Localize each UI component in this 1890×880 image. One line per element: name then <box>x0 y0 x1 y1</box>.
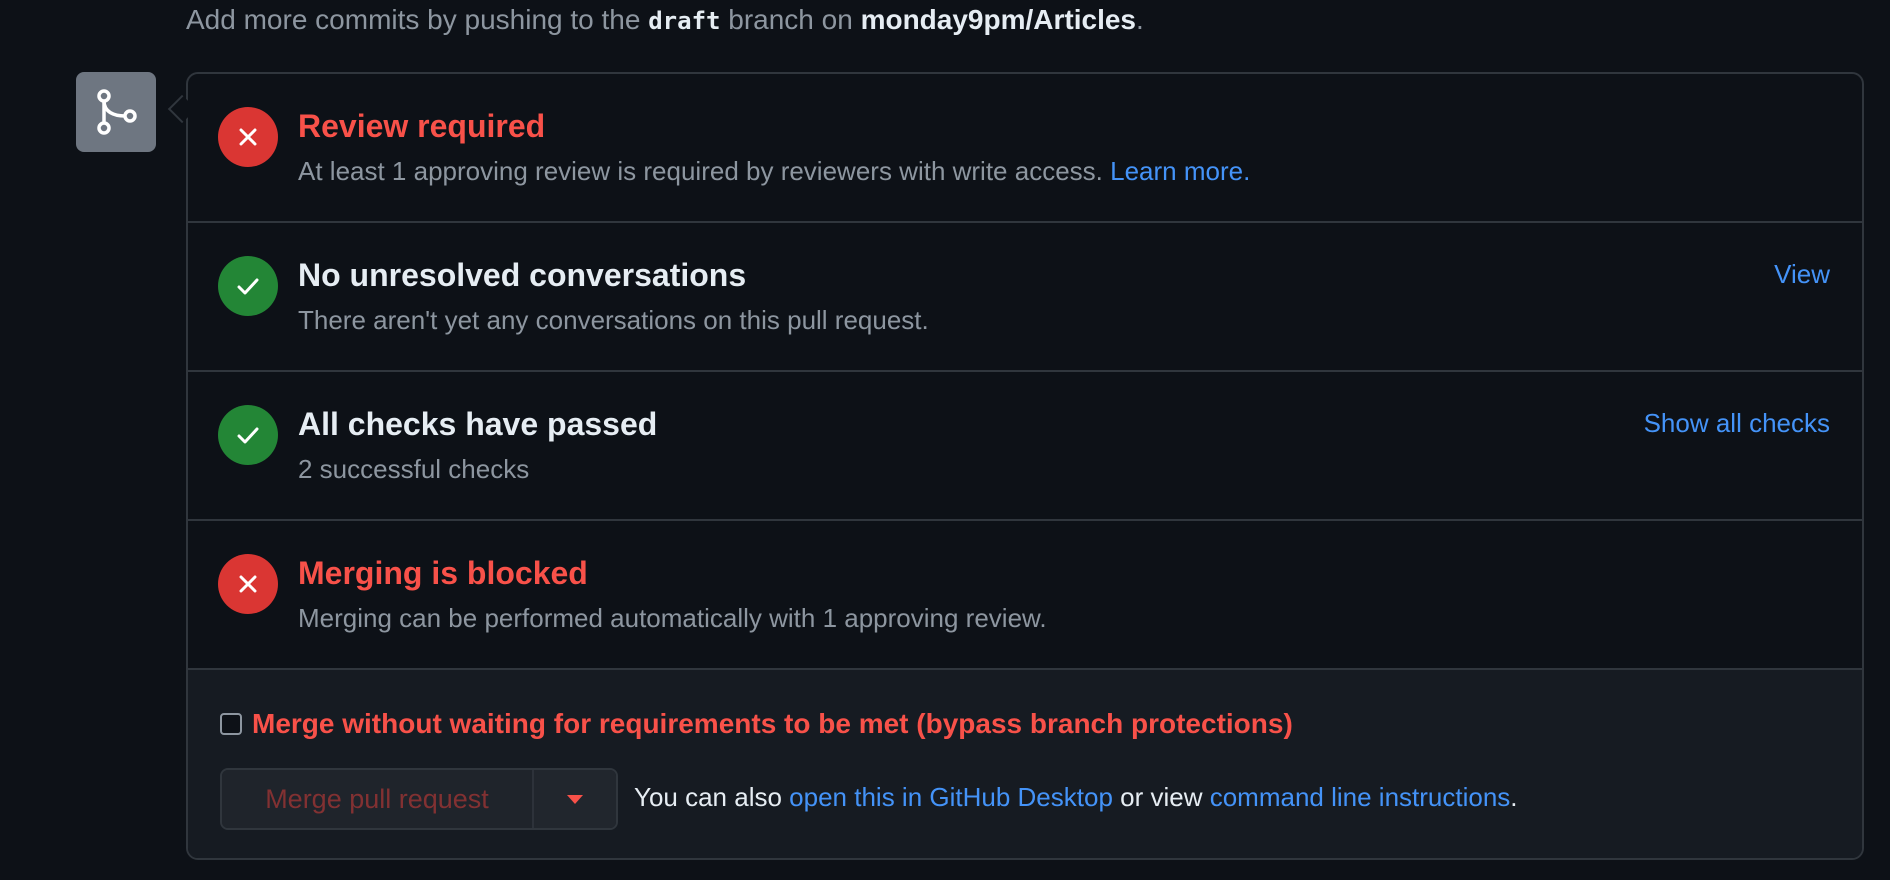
merge-status-panel: Review required At least 1 approving rev… <box>186 72 1864 860</box>
conversations-row: No unresolved conversations There aren't… <box>188 223 1862 372</box>
check-icon <box>218 405 278 465</box>
command-line-instructions-link[interactable]: command line instructions <box>1210 782 1511 812</box>
open-in-desktop-link[interactable]: open this in GitHub Desktop <box>789 782 1113 812</box>
checks-desc: 2 successful checks <box>298 454 530 484</box>
push-hint-prefix: Add more commits by pushing to the <box>186 4 649 35</box>
checks-title: All checks have passed <box>298 406 658 442</box>
review-required-desc: At least 1 approving review is required … <box>298 156 1250 187</box>
merge-blocked-title: Merging is blocked <box>298 555 588 591</box>
x-icon <box>218 554 278 614</box>
conversations-desc: There aren't yet any conversations on th… <box>298 305 929 335</box>
x-icon <box>218 107 278 167</box>
learn-more-link[interactable]: Learn more. <box>1110 156 1250 186</box>
bypass-label[interactable]: Merge without waiting for requirements t… <box>252 708 1293 740</box>
alternative-merge-hint: You can also open this in GitHub Desktop… <box>634 782 1518 813</box>
also-suffix: . <box>1510 782 1518 812</box>
merge-button-group: Merge pull request <box>220 768 618 830</box>
bypass-option[interactable]: Merge without waiting for requirements t… <box>220 708 1293 740</box>
also-prefix: You can also <box>634 782 790 812</box>
branch-name: draft <box>648 7 721 35</box>
git-merge-icon <box>76 72 156 152</box>
repo-name: monday9pm/Articles <box>860 4 1136 35</box>
caret-down-icon <box>567 794 583 804</box>
merge-blocked-row: Merging is blocked Merging can be perfor… <box>188 521 1862 670</box>
merge-pull-request-button[interactable]: Merge pull request <box>222 770 534 828</box>
also-middle: or view <box>1112 782 1210 812</box>
merge-actions: Merge without waiting for requirements t… <box>188 670 1862 858</box>
conversations-title: No unresolved conversations <box>298 257 747 293</box>
checks-row: All checks have passed 2 successful chec… <box>188 372 1862 521</box>
push-hint-suffix: . <box>1136 4 1144 35</box>
view-conversations-link[interactable]: View <box>1774 259 1830 290</box>
check-icon <box>218 256 278 316</box>
review-required-row: Review required At least 1 approving rev… <box>188 74 1862 223</box>
push-hint: Add more commits by pushing to the draft… <box>186 0 1144 40</box>
merge-blocked-desc: Merging can be performed automatically w… <box>298 603 1047 633</box>
review-required-text: At least 1 approving review is required … <box>298 156 1111 186</box>
review-required-title: Review required <box>298 108 546 144</box>
bypass-checkbox[interactable] <box>220 713 242 735</box>
show-all-checks-link[interactable]: Show all checks <box>1644 408 1830 439</box>
push-hint-middle: branch on <box>720 4 861 35</box>
merge-method-dropdown[interactable] <box>534 770 616 828</box>
